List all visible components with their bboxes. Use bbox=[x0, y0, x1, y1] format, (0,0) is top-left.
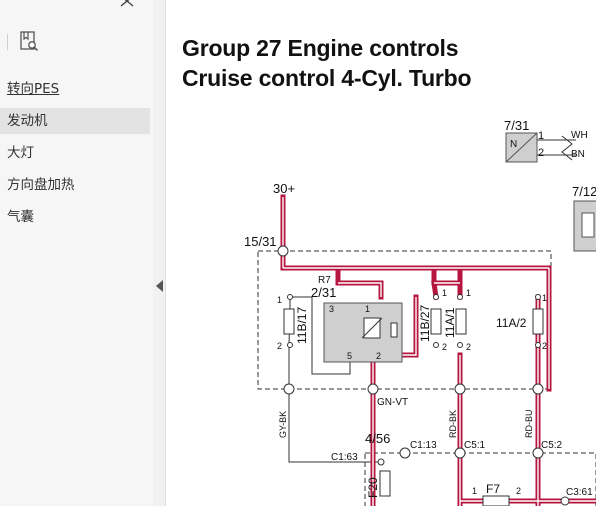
fuse-11b17 bbox=[283, 308, 295, 335]
label-11a1: 11A/1 bbox=[443, 307, 457, 338]
bookmark-item-steering-pes[interactable]: 转向PES bbox=[0, 76, 150, 102]
panel-splitter[interactable] bbox=[153, 0, 166, 506]
bookmark-item-steering-wheel-heating[interactable]: 方向盘加热 bbox=[0, 172, 150, 198]
label-c5-1: C5:1 bbox=[464, 440, 486, 451]
label-rd-bu: RD-BU bbox=[524, 410, 534, 439]
label-f7-pin2: 2 bbox=[516, 486, 521, 496]
bookmark-item-airbag[interactable]: 气囊 bbox=[0, 204, 150, 230]
label-f11b27-pin2: 2 bbox=[442, 342, 447, 352]
label-f7: F7 bbox=[486, 482, 500, 496]
label-f11a1-pin2: 2 bbox=[466, 342, 471, 352]
document-page: Group 27 Engine controls Cruise control … bbox=[166, 0, 596, 506]
label-f11a1-pin1: 1 bbox=[466, 288, 471, 298]
label-r7-pin1: 1 bbox=[365, 304, 370, 314]
label-r7-pin2: 2 bbox=[376, 351, 381, 361]
label-f20: F20 bbox=[366, 477, 380, 498]
label-f11a2-pin2: 2 bbox=[542, 341, 547, 351]
fuse-f20 bbox=[379, 470, 391, 497]
label-2-31: 2/31 bbox=[311, 285, 336, 300]
label-f11b27-pin1: 1 bbox=[442, 288, 447, 298]
label-pin1: 1 bbox=[538, 130, 544, 142]
label-f11a2-pin1: 1 bbox=[542, 293, 547, 303]
label-c3-61: C3:61 bbox=[566, 487, 593, 498]
bookmark-item-headlights[interactable]: 大灯 bbox=[0, 140, 150, 166]
label-rd-bk: RD-BK bbox=[448, 410, 458, 438]
label-f11b17-pin2: 2 bbox=[277, 341, 282, 351]
bookmark-search-icon bbox=[20, 31, 39, 52]
wiring-diagram: 7/31 1 2 WH BN N 7/12 30+ 15/31 R7 2/31 … bbox=[244, 118, 596, 506]
label-bn: BN bbox=[571, 149, 585, 160]
label-7-31: 7/31 bbox=[504, 118, 529, 133]
label-gn-vt: GN-VT bbox=[377, 397, 408, 408]
fuse-box-frame bbox=[364, 452, 596, 506]
label-30plus: 30+ bbox=[273, 181, 295, 196]
label-r7-pin3: 3 bbox=[329, 304, 334, 314]
label-c5-2: C5:2 bbox=[541, 440, 563, 451]
label-15-31: 15/31 bbox=[244, 234, 277, 249]
fuse-11b27 bbox=[430, 308, 442, 335]
label-7-12: 7/12 bbox=[572, 184, 596, 199]
label-11b17: 11B/17 bbox=[295, 307, 309, 344]
fuse-11a2 bbox=[532, 308, 544, 335]
bookmark-item-engine[interactable]: 发动机 bbox=[0, 108, 150, 134]
collapse-panel-arrow-icon[interactable] bbox=[156, 280, 163, 292]
label-c1-13: C1:13 bbox=[410, 440, 437, 451]
fuse-f7 bbox=[482, 495, 510, 506]
label-f11b17-pin1: 1 bbox=[277, 295, 282, 305]
toolbar-divider bbox=[7, 34, 8, 50]
label-c1-63: C1:63 bbox=[331, 452, 358, 463]
close-icon bbox=[120, 0, 134, 7]
label-f7-pin1: 1 bbox=[472, 486, 477, 496]
relay-r7 bbox=[323, 302, 403, 363]
label-pin2: 2 bbox=[538, 147, 544, 159]
label-11b27: 11B/27 bbox=[418, 305, 432, 342]
label-4-56: 4/56 bbox=[365, 431, 390, 446]
fuse-11a1 bbox=[455, 308, 467, 335]
label-gy-bk: GY-BK bbox=[278, 411, 288, 438]
label-r7-pin5: 5 bbox=[347, 351, 352, 361]
close-panel-button[interactable] bbox=[117, 0, 137, 12]
bookmark-options-button[interactable] bbox=[18, 30, 40, 54]
label-wh: WH bbox=[571, 130, 588, 141]
label-n: N bbox=[510, 139, 517, 150]
bookmarks-panel: 转向PES 发动机 大灯 方向盘加热 气囊 bbox=[0, 0, 154, 506]
bookmark-tree: 转向PES 发动机 大灯 方向盘加热 气囊 bbox=[0, 76, 153, 236]
label-11a2: 11A/2 bbox=[496, 316, 527, 330]
